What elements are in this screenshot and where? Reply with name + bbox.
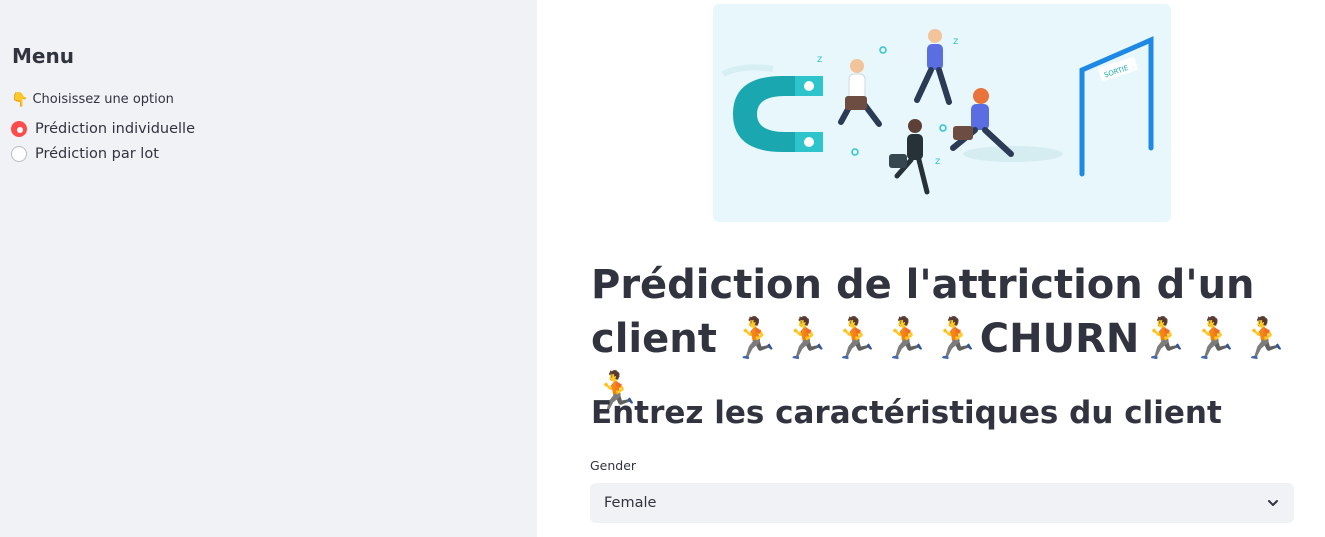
radio-button-selected[interactable] — [11, 121, 27, 137]
radio-group-label-text: Choisissez une option — [32, 92, 174, 107]
churn-illustration: z z z SORTIE — [721, 29, 1154, 195]
radio-option-label: Prédiction individuelle — [35, 121, 195, 137]
radio-button[interactable] — [11, 146, 27, 162]
pointing-hand-icon: 👇 — [11, 91, 29, 108]
section-title: Entrez les caractéristiques du client — [591, 395, 1222, 431]
chevron-down-icon[interactable] — [1266, 496, 1280, 510]
main-content: z z z SORTIE Prédiction de l'attriction … — [537, 0, 1325, 537]
gender-select[interactable]: Female — [590, 483, 1294, 523]
exit-door-icon: SORTIE — [1079, 36, 1154, 177]
running-person-icon — [950, 88, 1014, 157]
running-person-icon — [889, 119, 930, 195]
svg-text:z: z — [935, 156, 940, 167]
svg-text:z: z — [817, 54, 822, 65]
magnet-icon — [733, 76, 823, 152]
gender-label: Gender — [590, 458, 637, 473]
radio-option-label: Prédiction par lot — [35, 146, 159, 162]
svg-text:z: z — [953, 36, 958, 47]
running-person-icon — [914, 29, 952, 105]
radio-option-individual[interactable]: Prédiction individuelle — [11, 121, 195, 137]
gender-selected-value: Female — [604, 495, 657, 511]
radio-group-label: 👇 Choisissez une option — [11, 92, 174, 107]
running-person-icon — [838, 59, 882, 127]
menu-title: Menu — [12, 44, 74, 68]
sidebar: Menu 👇 Choisissez une option Prédiction … — [0, 0, 537, 537]
banner-illustration: z z z SORTIE — [713, 4, 1171, 222]
radio-option-batch[interactable]: Prédiction par lot — [11, 146, 159, 162]
